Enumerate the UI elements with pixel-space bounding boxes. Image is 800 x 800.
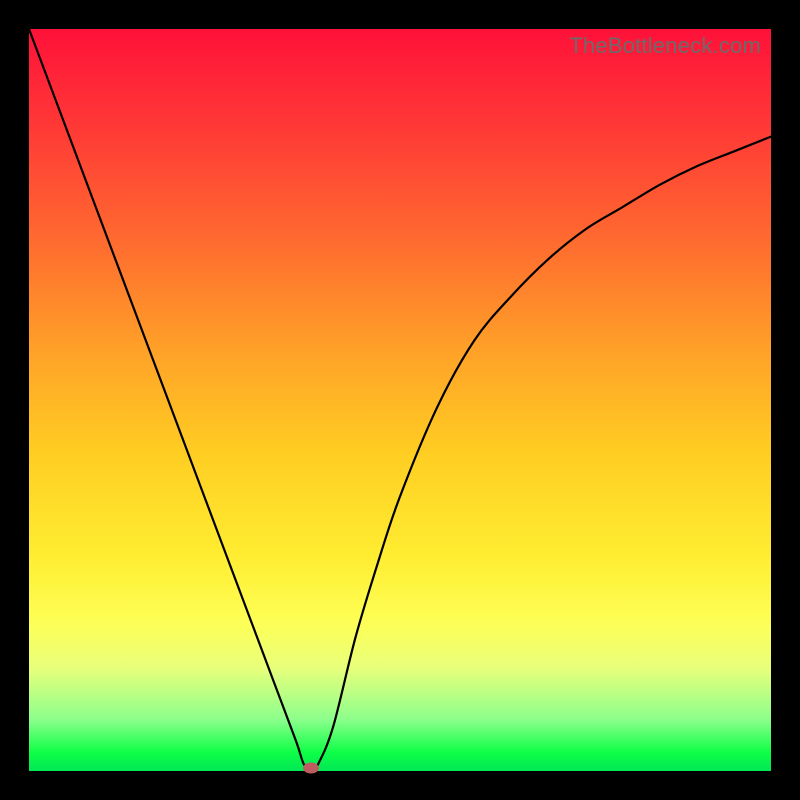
watermark: TheBottleneck.com xyxy=(569,33,761,59)
chart-plot-area: TheBottleneck.com xyxy=(29,29,771,771)
bottleneck-curve xyxy=(29,29,771,771)
optimum-point xyxy=(303,763,319,774)
